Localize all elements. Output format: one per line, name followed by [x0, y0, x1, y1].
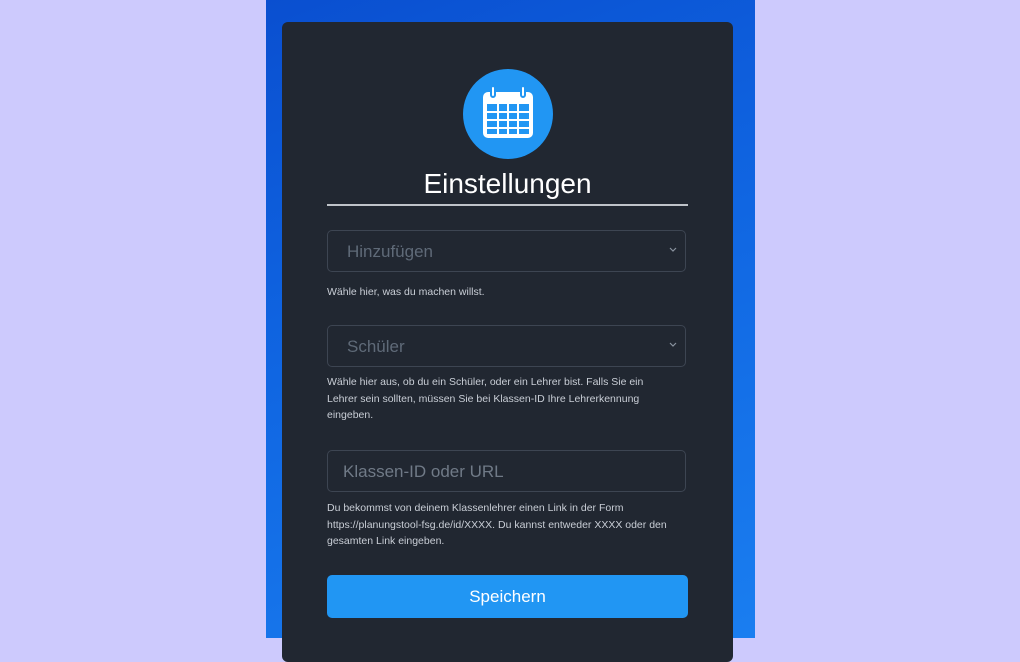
chevron-down-icon — [669, 247, 677, 252]
role-select[interactable]: Schüler — [327, 325, 686, 367]
role-select-value: Schüler — [347, 337, 405, 356]
page-title: Einstellungen — [423, 168, 592, 199]
logo — [463, 69, 553, 159]
settings-card: Einstellungen Hinzufügen Wähle hier, was… — [282, 22, 733, 662]
action-select-value: Hinzufügen — [347, 242, 434, 261]
class-id-input[interactable]: Klassen-ID oder URL — [327, 450, 686, 492]
class-id-placeholder: Klassen-ID oder URL — [343, 462, 504, 481]
calendar-icon — [483, 85, 533, 138]
action-select-help: Wähle hier, was du machen willst. — [327, 286, 485, 298]
class-id-help: Du bekommst von deinem Klassenlehrer ein… — [327, 502, 667, 547]
role-select-help: Wähle hier aus, ob du ein Schüler, oder … — [327, 376, 644, 421]
action-select[interactable]: Hinzufügen — [327, 230, 686, 272]
chevron-down-icon — [669, 342, 677, 347]
save-button[interactable]: Speichern — [327, 575, 688, 618]
title-divider — [327, 204, 688, 206]
